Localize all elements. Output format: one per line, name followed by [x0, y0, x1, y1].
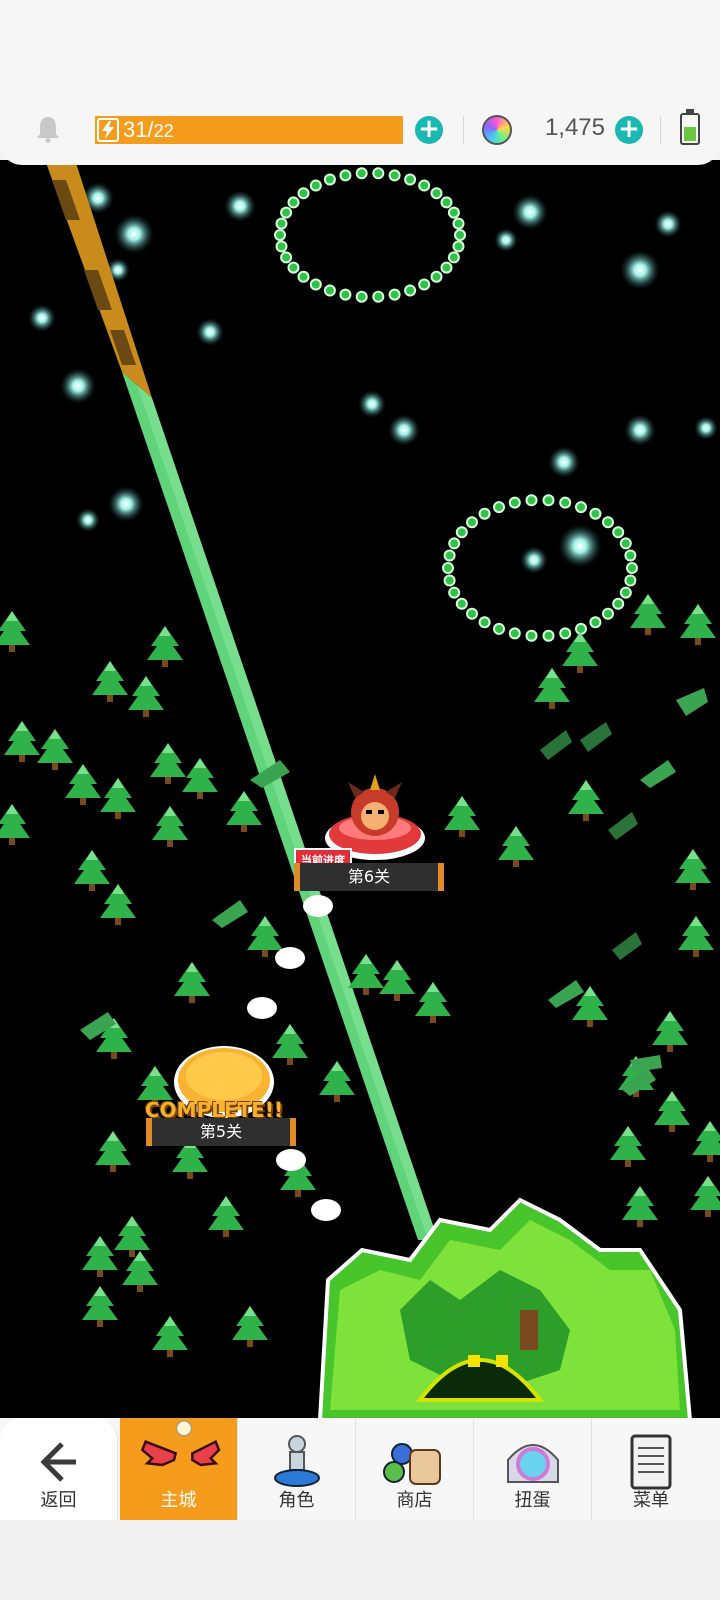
- gacha-capsule-icon: [506, 1444, 559, 1483]
- main-city-label: 主城: [160, 1490, 197, 1511]
- shop-bags-icon: [382, 1443, 441, 1485]
- bottom-nav: 返回 主城 角色 商店 扭蛋 菜单: [0, 1418, 720, 1520]
- wings-icon: [140, 1420, 220, 1467]
- level-5-label[interactable]: 第5关: [146, 1118, 296, 1146]
- palm-leaves: [80, 688, 708, 1096]
- shop-label: 商店: [396, 1490, 433, 1511]
- back-button[interactable]: 返回: [0, 1418, 118, 1520]
- forest: [0, 594, 720, 1357]
- back-arrow-icon: [39, 1442, 76, 1482]
- battery-icon: [680, 109, 700, 145]
- tab-gacha[interactable]: 扭蛋: [474, 1418, 592, 1520]
- gacha-label: 扭蛋: [514, 1490, 551, 1511]
- energy-current: 31: [123, 117, 148, 142]
- gem-count: 1,475: [544, 114, 605, 141]
- lightning-icon: [97, 118, 119, 142]
- game-map[interactable]: 当前进度 第6关 COMPLETE!! 第5关: [0, 160, 720, 1420]
- divider: [463, 116, 464, 144]
- game-screen: { "resources": { "energy_current": "31",…: [0, 0, 720, 1600]
- back-label: 返回: [40, 1490, 77, 1511]
- tab-shop[interactable]: 商店: [356, 1418, 474, 1520]
- energy-value: 31/22: [123, 116, 174, 144]
- tab-character[interactable]: 角色: [238, 1418, 356, 1520]
- big-tree: [317, 1197, 693, 1420]
- tab-menu[interactable]: 菜单: [592, 1418, 710, 1520]
- tab-main-city[interactable]: 主城: [120, 1418, 238, 1520]
- resource-bar: 31/22 + 1,475 +: [0, 100, 720, 162]
- energy-max: 22: [153, 121, 174, 141]
- rainbow-gem-icon: [482, 115, 512, 145]
- menu-list-icon: [630, 1434, 672, 1490]
- character-label: 角色: [278, 1490, 315, 1511]
- energy-bar: 31/22: [95, 116, 403, 144]
- bell-icon[interactable]: [34, 114, 62, 144]
- add-energy-button[interactable]: +: [415, 116, 443, 144]
- add-gems-button[interactable]: +: [615, 116, 643, 144]
- menu-label: 菜单: [633, 1490, 669, 1511]
- level-6-label[interactable]: 第6关: [294, 863, 444, 891]
- divider: [660, 116, 661, 144]
- system-nav-area: [0, 1520, 720, 1600]
- dotted-ring-top: [274, 167, 466, 303]
- character-statue-icon: [273, 1435, 320, 1487]
